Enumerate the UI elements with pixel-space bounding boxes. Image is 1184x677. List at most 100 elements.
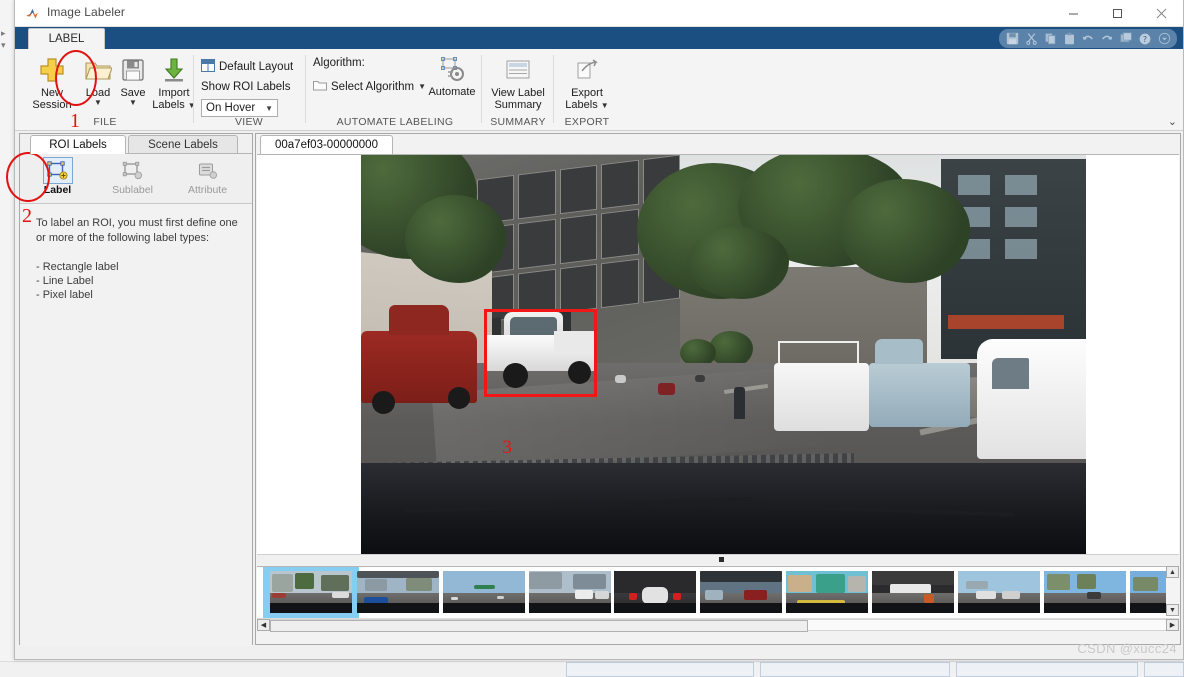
list-item[interactable] <box>614 571 696 613</box>
thumbnail-image <box>786 571 868 613</box>
list-item[interactable] <box>700 571 782 613</box>
sublabel-button[interactable]: Sublabel <box>95 157 170 196</box>
paste-icon[interactable] <box>1060 30 1078 47</box>
scroll-up-icon[interactable]: ▲ <box>1166 566 1179 578</box>
taskbar-button[interactable] <box>956 662 1138 677</box>
minimize-button[interactable] <box>1051 0 1095 27</box>
chevron-down-icon: ▼ <box>265 103 273 113</box>
list-item[interactable] <box>529 571 611 613</box>
automate-button[interactable]: Automate <box>423 53 481 98</box>
image-canvas[interactable]: 3 <box>257 154 1179 554</box>
save-caret-icon[interactable]: ▼ <box>129 99 137 107</box>
copy-icon[interactable] <box>1041 30 1059 47</box>
background-window-glyph: ▸ <box>1 28 6 38</box>
scroll-right-icon[interactable]: ▶ <box>1166 619 1179 631</box>
default-layout-label: Default Layout <box>219 61 294 73</box>
scroll-left-icon[interactable]: ◀ <box>257 619 270 631</box>
import-labels-label-2: Labels <box>152 99 185 111</box>
automate-label: Automate <box>428 86 476 98</box>
photo-red-pickup-cab <box>388 305 450 336</box>
help-line-2: or more of the following label types: <box>36 232 210 244</box>
canvas-resize-handle[interactable] <box>719 557 724 562</box>
import-labels-caret-icon[interactable]: ▼ <box>188 101 196 110</box>
scroll-down-icon[interactable]: ▼ <box>1166 604 1179 616</box>
help-icon[interactable]: ? <box>1136 30 1154 47</box>
photo-truck-rack <box>778 341 860 363</box>
window-controls <box>1051 0 1183 27</box>
photo-distant-car <box>614 375 627 383</box>
list-item[interactable] <box>443 571 525 613</box>
attribute-button[interactable]: Attribute <box>170 157 245 196</box>
scrollbar-thumb[interactable] <box>270 620 808 632</box>
photo-wheel <box>448 387 470 409</box>
tab-label[interactable]: LABEL <box>28 28 105 49</box>
image-tab[interactable]: 00a7ef03-00000000 <box>260 135 393 154</box>
watermark: CSDN @xucc24 <box>1077 641 1177 656</box>
summary-table-icon <box>504 54 532 86</box>
maximize-button[interactable] <box>1095 0 1139 27</box>
close-button[interactable] <box>1139 0 1183 27</box>
list-item[interactable] <box>786 571 868 613</box>
photo-white-van <box>977 339 1086 459</box>
image-tab-label: 00a7ef03-00000000 <box>275 139 378 151</box>
view-label-summary-button[interactable]: View Label Summary <box>487 54 549 111</box>
load-caret-icon[interactable]: ▼ <box>94 99 102 107</box>
list-item[interactable] <box>958 571 1040 613</box>
export-labels-caret-icon[interactable]: ▼ <box>601 101 609 110</box>
export-icon <box>573 54 601 86</box>
sublabel-button-label: Sublabel <box>112 184 153 196</box>
ribbon-divider <box>553 55 554 123</box>
list-item[interactable] <box>357 571 439 613</box>
folder-small-icon <box>313 79 327 94</box>
label-type-item: - Rectangle label <box>36 261 119 273</box>
scrollbar-track[interactable] <box>270 619 1166 632</box>
attribute-button-label: Attribute <box>187 184 228 196</box>
annotation-number-2: 2 <box>22 205 32 227</box>
window-title: Image Labeler <box>47 5 126 19</box>
more-options-icon[interactable] <box>1155 30 1173 47</box>
photo-van-window <box>992 358 1029 390</box>
list-item[interactable] <box>270 571 352 613</box>
thumbnail-image <box>270 571 352 613</box>
show-roi-labels-label: Show ROI Labels <box>201 81 291 93</box>
photo-tree <box>687 227 789 299</box>
view-label-summary-label-1: View Label <box>491 87 545 99</box>
matlab-icon <box>25 6 41 22</box>
street-photo[interactable]: 3 <box>361 155 1086 554</box>
roi-rectangle[interactable] <box>484 309 597 397</box>
photo-pickup-cab <box>874 338 924 365</box>
export-labels-button[interactable]: Export Labels ▼ <box>558 54 616 111</box>
quick-access-toolbar: ? <box>999 29 1177 48</box>
annotation-number-1: 1 <box>70 110 80 132</box>
select-algorithm-dropdown[interactable]: Select Algorithm ▼ <box>313 79 426 94</box>
thumbnail-horizontal-scrollbar[interactable]: ◀ ▶ <box>257 618 1179 632</box>
photo-pedestrian <box>734 387 745 419</box>
algorithm-label: Algorithm: <box>313 57 365 69</box>
ribbon-divider <box>193 55 194 123</box>
group-title-file: FILE <box>93 116 117 128</box>
undo-icon[interactable] <box>1079 30 1097 47</box>
save-icon[interactable] <box>1003 30 1021 47</box>
import-arrow-icon <box>161 54 187 86</box>
show-roi-labels-dropdown[interactable]: On Hover ▼ <box>201 99 278 117</box>
layout-icon[interactable] <box>1117 30 1135 47</box>
list-item[interactable] <box>872 571 954 613</box>
tab-roi-labels[interactable]: ROI Labels <box>30 135 126 154</box>
screen-root: ▸ ▾ Image Labeler LABEL ? New Session Lo… <box>0 0 1184 677</box>
tab-scene-labels[interactable]: Scene Labels <box>128 135 238 154</box>
ribbon-group-automate: Algorithm: Select Algorithm ▼ Automate A… <box>309 49 481 131</box>
collapse-ribbon-icon[interactable]: ⌄ <box>1168 115 1177 128</box>
default-layout-button[interactable]: Default Layout <box>201 59 293 75</box>
thumbnail-vertical-scrollbar[interactable]: ▲ ▼ <box>1166 566 1179 616</box>
taskbar-button[interactable] <box>760 662 950 677</box>
export-labels-label-1: Export <box>571 87 603 99</box>
import-labels-button[interactable]: Import Labels ▼ <box>143 54 205 111</box>
thumbnail-image <box>700 571 782 613</box>
redo-icon[interactable] <box>1098 30 1116 47</box>
select-algorithm-label: Select Algorithm <box>331 80 415 93</box>
taskbar-button[interactable] <box>1144 662 1184 677</box>
ribbon-group-export: Export Labels ▼ EXPORT <box>555 49 619 131</box>
cut-icon[interactable] <box>1022 30 1040 47</box>
list-item[interactable] <box>1044 571 1126 613</box>
taskbar-button[interactable] <box>566 662 754 677</box>
